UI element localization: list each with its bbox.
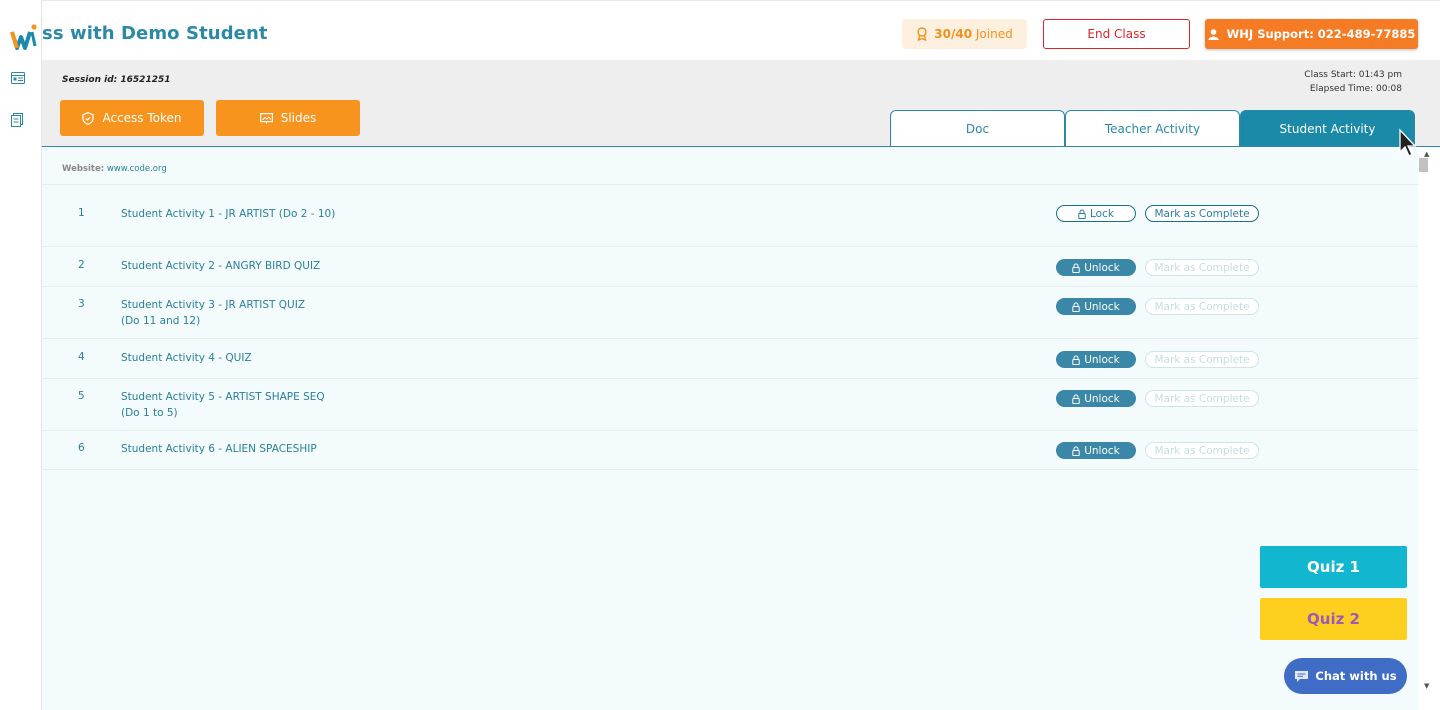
page-title: ss with Demo Student [42, 23, 268, 44]
unlock-button[interactable]: Unlock [1056, 298, 1136, 315]
tab-student-activity[interactable]: Student Activity [1240, 110, 1415, 146]
activity-number: 5 [78, 390, 85, 402]
activity-row: 1 Student Activity 1 - JR ARTIST (Do 2 -… [42, 186, 1418, 247]
unlock-label: Unlock [1084, 444, 1120, 457]
website-info: Website: www.code.org [62, 164, 167, 174]
mouse-cursor-icon [1399, 128, 1417, 157]
activity-number: 4 [78, 351, 85, 363]
lock-icon [1072, 355, 1080, 365]
unlock-button[interactable]: Unlock [1056, 259, 1136, 276]
activity-number: 6 [78, 442, 85, 454]
joined-label: Joined [975, 27, 1013, 41]
support-button[interactable]: WHJ Support: 022-489-77885 [1205, 19, 1418, 49]
support-label: WHJ Support: 022-489-77885 [1226, 27, 1416, 41]
activity-list-panel: Website: www.code.org 1 Student Activity… [42, 148, 1418, 710]
session-id-label: Session id: [62, 75, 118, 85]
mark-complete-button[interactable]: Mark as Complete [1145, 298, 1259, 315]
unlock-label: Unlock [1084, 392, 1120, 405]
activity-title: Student Activity 3 - JR ARTIST QUIZ (Do … [121, 299, 306, 327]
activity-row: 6 Student Activity 6 - ALIEN SPACESHIP U… [42, 431, 1418, 470]
activity-row: 2 Student Activity 2 - ANGRY BIRD QUIZ U… [42, 247, 1418, 287]
session-bar: Session id: 16521251 Class Start: 01:43 … [42, 60, 1440, 147]
activity-title: Student Activity 2 - ANGRY BIRD QUIZ [121, 260, 321, 272]
tab-teacher-activity[interactable]: Teacher Activity [1065, 110, 1240, 146]
activity-row: 5 Student Activity 5 - ARTIST SHAPE SEQ … [42, 379, 1418, 431]
activity-row: 4 Student Activity 4 - QUIZ Unlock Mark … [42, 339, 1418, 379]
activity-row: 3 Student Activity 3 - JR ARTIST QUIZ (D… [42, 287, 1418, 339]
quiz-2-button[interactable]: Quiz 2 [1260, 598, 1407, 640]
scrollbar-thumb[interactable] [1419, 158, 1428, 172]
award-icon [917, 27, 927, 41]
mark-complete-button[interactable]: Mark as Complete [1145, 442, 1259, 459]
lock-icon [1072, 263, 1080, 273]
chat-label: Chat with us [1315, 669, 1397, 683]
user-icon [1208, 28, 1219, 40]
joined-badge: 30/40 Joined [902, 19, 1027, 49]
access-token-label: Access Token [102, 111, 182, 125]
unlock-button[interactable]: Unlock [1056, 390, 1136, 407]
scroll-down-arrow-icon[interactable]: ▼ [1424, 682, 1429, 690]
activity-title: Student Activity 6 - ALIEN SPACESHIP [121, 443, 317, 455]
mark-complete-button[interactable]: Mark as Complete [1145, 390, 1259, 407]
scroll-up-arrow-icon[interactable]: ▲ [1424, 150, 1429, 158]
left-rail [0, 0, 42, 710]
mark-complete-button[interactable]: Mark as Complete [1145, 205, 1259, 222]
shield-check-icon [82, 111, 95, 125]
unlock-label: Unlock [1084, 261, 1120, 274]
session-id: Session id: 16521251 [62, 75, 171, 85]
session-id-value: 16521251 [120, 75, 171, 85]
activity-number: 3 [78, 298, 85, 310]
website-link[interactable]: www.code.org [107, 164, 167, 174]
activity-title: Student Activity 1 - JR ARTIST (Do 2 - 1… [121, 208, 336, 220]
class-start-time: Class Start: 01:43 pm [1304, 70, 1402, 80]
activity-title: Student Activity 5 - ARTIST SHAPE SEQ (D… [121, 391, 325, 419]
lock-label: Lock [1090, 207, 1114, 220]
chat-bubble-icon [1295, 670, 1309, 682]
mark-complete-button[interactable]: Mark as Complete [1145, 259, 1259, 276]
tab-doc[interactable]: Doc [890, 110, 1065, 146]
website-key: Website: [62, 164, 105, 174]
mark-complete-button[interactable]: Mark as Complete [1145, 351, 1259, 368]
lock-icon [1072, 446, 1080, 456]
lock-icon [1072, 302, 1080, 312]
lock-icon [1072, 394, 1080, 404]
end-class-button[interactable]: End Class [1043, 19, 1190, 49]
notes-icon[interactable] [11, 113, 23, 127]
unlock-label: Unlock [1084, 353, 1120, 366]
header-bar: ss with Demo Student 30/40 Joined End Cl… [42, 0, 1440, 60]
slides-icon [259, 112, 273, 124]
activity-number: 1 [78, 207, 85, 219]
website-row: Website: www.code.org [42, 148, 1418, 185]
unlock-button[interactable]: Unlock [1056, 351, 1136, 368]
dashboard-icon[interactable] [11, 72, 25, 84]
chat-with-us-button[interactable]: Chat with us [1284, 658, 1407, 694]
activity-number: 2 [78, 259, 85, 271]
quiz-1-button[interactable]: Quiz 1 [1260, 546, 1407, 588]
whj-logo[interactable] [10, 22, 40, 50]
lock-icon [1078, 209, 1086, 219]
slides-label: Slides [280, 111, 317, 125]
lock-button[interactable]: Lock [1056, 205, 1136, 222]
joined-count: 30/40 [934, 27, 973, 41]
elapsed-time: Elapsed Time: 00:08 [1309, 84, 1402, 94]
vertical-scrollbar[interactable]: ▲ ▼ [1418, 148, 1440, 710]
slides-button[interactable]: Slides [216, 100, 360, 136]
unlock-button[interactable]: Unlock [1056, 442, 1136, 459]
unlock-label: Unlock [1084, 300, 1120, 313]
access-token-button[interactable]: Access Token [60, 100, 204, 136]
activity-title: Student Activity 4 - QUIZ [121, 352, 252, 364]
